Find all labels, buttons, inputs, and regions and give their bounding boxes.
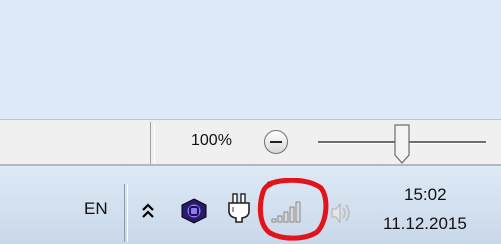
speaker-icon[interactable] <box>330 200 352 226</box>
zoom-out-button[interactable] <box>264 130 288 154</box>
red-circle-annotation <box>257 178 329 241</box>
app-tray-icon[interactable] <box>180 198 208 224</box>
power-plug-icon[interactable] <box>226 193 252 223</box>
clock-date[interactable]: 11.12.2015 <box>383 214 467 234</box>
clock-time[interactable]: 15:02 <box>404 185 447 205</box>
zoom-level-label[interactable]: 100% <box>191 132 232 150</box>
zoom-slider-thumb[interactable] <box>394 124 410 164</box>
tray-separator <box>124 184 128 242</box>
window-content-area <box>0 0 501 120</box>
show-hidden-icons-icon[interactable] <box>141 203 155 219</box>
status-bar-separator <box>150 122 155 164</box>
language-indicator[interactable]: EN <box>84 199 108 219</box>
